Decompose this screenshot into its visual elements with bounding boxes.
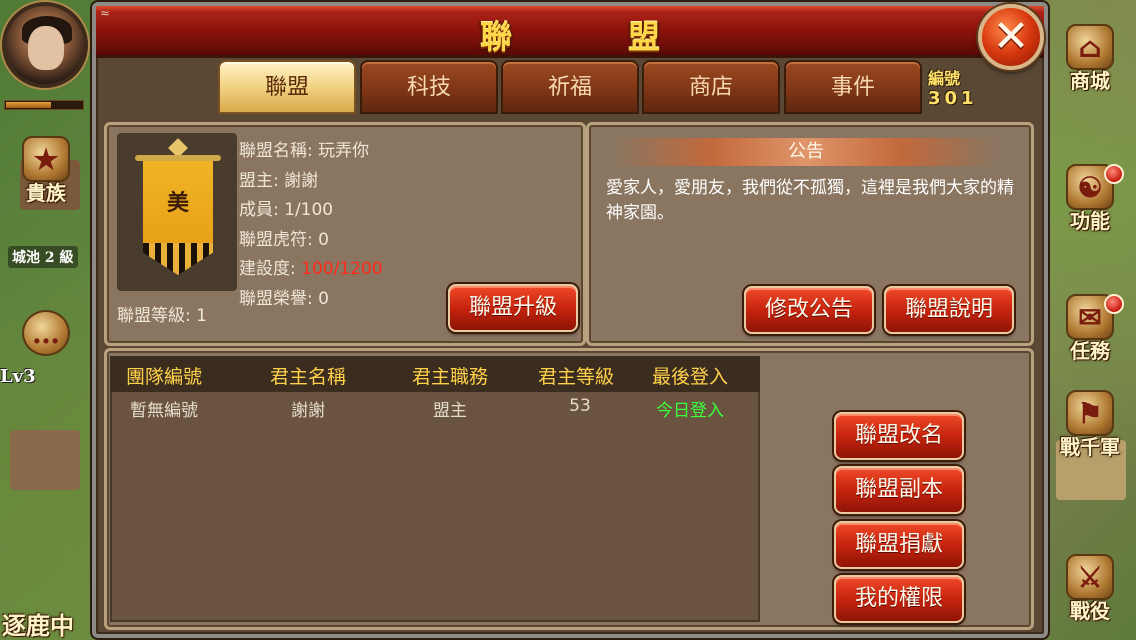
noble-icon: ★ bbox=[22, 136, 70, 182]
map-icon: ⚑ bbox=[1066, 390, 1114, 436]
campaign-right-label: 戰役 bbox=[1070, 599, 1110, 623]
dialog-title: 聯 盟 bbox=[479, 18, 702, 56]
avatar-face bbox=[28, 26, 64, 70]
alliance-members: 成員: 1/100 bbox=[239, 200, 334, 220]
tab-shop[interactable]: 商店 bbox=[642, 60, 780, 114]
tab-blessing[interactable]: 祈福 bbox=[501, 60, 639, 114]
alliance-dungeon-button[interactable]: 聯盟副本 bbox=[834, 466, 964, 514]
alliance-help-button[interactable]: 聯盟說明 bbox=[884, 286, 1014, 334]
campaign-label[interactable]: 逐鹿中 bbox=[2, 606, 74, 640]
column-last-login: 最後登入 bbox=[651, 366, 728, 388]
noble-button[interactable]: ★ 貴族 bbox=[8, 132, 84, 206]
player-level-label: Lv3 bbox=[0, 366, 36, 387]
function-label: 功能 bbox=[1070, 209, 1110, 233]
player-exp-bar bbox=[4, 100, 84, 110]
notice-title: 公告 bbox=[616, 138, 996, 166]
shop-label: 商城 bbox=[1070, 69, 1110, 93]
right-hud: ⌂ 商城 ☯ 功能 ✉ 任務 ⚑ 戰千軍 ⚔ 戰役 bbox=[1044, 0, 1136, 640]
banner-character: 美 bbox=[166, 191, 189, 216]
tab-events[interactable]: 事件 bbox=[784, 60, 922, 114]
column-lord-role: 君主職務 bbox=[411, 366, 488, 388]
shop-icon: ⌂ bbox=[1066, 24, 1114, 70]
alliance-construction: 建設度: 100/1200 bbox=[239, 259, 383, 279]
alliance-banner: 美 bbox=[117, 133, 237, 291]
tab-technology[interactable]: 科技 bbox=[360, 60, 498, 114]
notification-dot bbox=[1104, 294, 1124, 314]
serial-number: 301 bbox=[928, 88, 978, 109]
alliance-name: 聯盟名稱: 玩弄你 bbox=[239, 141, 370, 161]
alliance-donate-button[interactable]: 聯盟捐獻 bbox=[834, 521, 964, 569]
shop-button[interactable]: ⌂ 商城 bbox=[1052, 20, 1128, 94]
campaign-button[interactable]: ⚔ 戰役 bbox=[1052, 550, 1128, 624]
column-lord-level: 君主等級 bbox=[537, 366, 614, 388]
dialog-titlebar: ≈ 聯 盟 bbox=[96, 6, 1044, 58]
alliance-upgrade-button[interactable]: 聯盟升級 bbox=[448, 284, 578, 332]
tab-alliance[interactable]: 聯盟 bbox=[218, 60, 356, 114]
cell-lord-name[interactable]: 謝謝 bbox=[256, 396, 360, 421]
left-hud: ★ 貴族 城池 2 級 … Lv3 逐鹿中 bbox=[0, 0, 92, 640]
alliance-stats: 聯盟名稱: 玩弄你 盟主: 謝謝 成員: 1/100 聯盟虎符: 0 建設度: … bbox=[239, 137, 383, 314]
close-icon: ✕ bbox=[992, 11, 1030, 62]
close-button[interactable]: ✕ bbox=[978, 4, 1044, 70]
alliance-level: 聯盟等級: 1 bbox=[117, 306, 207, 326]
city-level-label: 城池 2 級 bbox=[8, 246, 78, 268]
battle-button[interactable]: ⚑ 戰千軍 bbox=[1052, 386, 1128, 460]
notification-dot bbox=[1104, 164, 1124, 184]
my-permissions-button[interactable]: 我的權限 bbox=[834, 575, 964, 623]
quest-label: 任務 bbox=[1070, 339, 1110, 363]
alliance-tiger-tally: 聯盟虎符: 0 bbox=[239, 229, 329, 250]
cell-team-id[interactable]: 暫無編號 bbox=[112, 396, 216, 421]
quest-button[interactable]: ✉ 任務 bbox=[1052, 290, 1128, 364]
column-team-id: 團隊編號 bbox=[125, 366, 202, 388]
serial-label: 編號 bbox=[928, 69, 961, 88]
rename-alliance-button[interactable]: 聯盟改名 bbox=[834, 412, 964, 460]
construction-value: 100/1200 bbox=[301, 259, 383, 279]
alliance-honor: 聯盟榮譽: 0 bbox=[239, 288, 329, 309]
battle-label: 戰千軍 bbox=[1060, 435, 1120, 459]
column-lord-name: 君主名稱 bbox=[269, 366, 346, 388]
function-button[interactable]: ☯ 功能 bbox=[1052, 160, 1128, 234]
edit-notice-button[interactable]: 修改公告 bbox=[744, 286, 874, 334]
player-avatar[interactable] bbox=[2, 2, 88, 88]
notice-text: 愛家人，愛朋友，我們從不孤獨，這裡是我們大家的精神家園。 bbox=[606, 178, 1014, 223]
cell-lord-level[interactable]: 53 bbox=[528, 396, 632, 416]
chat-bubble-icon: … bbox=[22, 310, 70, 356]
alliance-leader: 盟主: 謝謝 bbox=[239, 170, 319, 191]
swords-icon: ⚔ bbox=[1066, 554, 1114, 600]
noble-label: 貴族 bbox=[26, 181, 66, 205]
cell-last-login[interactable]: 今日登入 bbox=[638, 396, 742, 421]
cell-lord-role[interactable]: 盟主 bbox=[398, 396, 502, 421]
alliance-serial: 編號 301 bbox=[928, 70, 988, 110]
